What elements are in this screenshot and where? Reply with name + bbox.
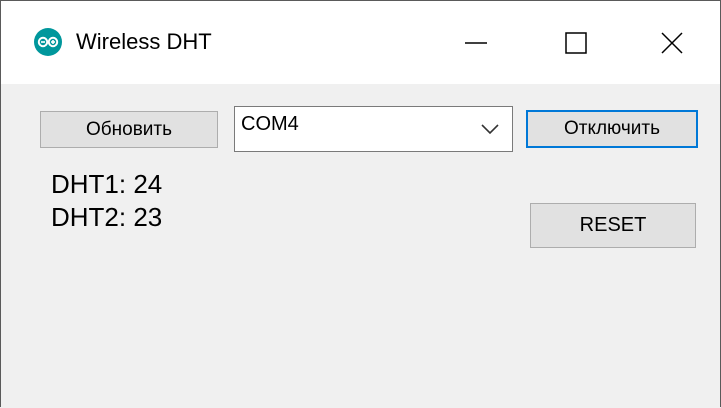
window-title: Wireless DHT (76, 29, 212, 54)
close-button[interactable] (624, 1, 720, 84)
minimize-button[interactable] (428, 1, 524, 84)
arduino-icon (34, 28, 62, 56)
refresh-button[interactable]: Обновить (40, 111, 218, 148)
client-area: Обновить COM4 Отключить DHT1: 24 DHT2: 2… (1, 84, 720, 408)
dht1-reading: DHT1: 24 (51, 169, 163, 199)
maximize-button[interactable] (528, 1, 624, 84)
app-window: Wireless DHT Обновить COM4 Отключить DHT… (0, 0, 721, 408)
close-icon (661, 31, 683, 54)
port-select-value: COM4 (241, 113, 299, 135)
dht2-reading: DHT2: 23 (51, 202, 163, 232)
chevron-down-icon (481, 124, 499, 135)
minimize-icon (465, 41, 487, 44)
reset-button[interactable]: RESET (530, 203, 696, 248)
port-select[interactable]: COM4 (234, 106, 513, 152)
title-bar[interactable]: Wireless DHT (1, 1, 720, 84)
maximize-icon (565, 31, 587, 54)
disconnect-button[interactable]: Отключить (526, 110, 698, 148)
